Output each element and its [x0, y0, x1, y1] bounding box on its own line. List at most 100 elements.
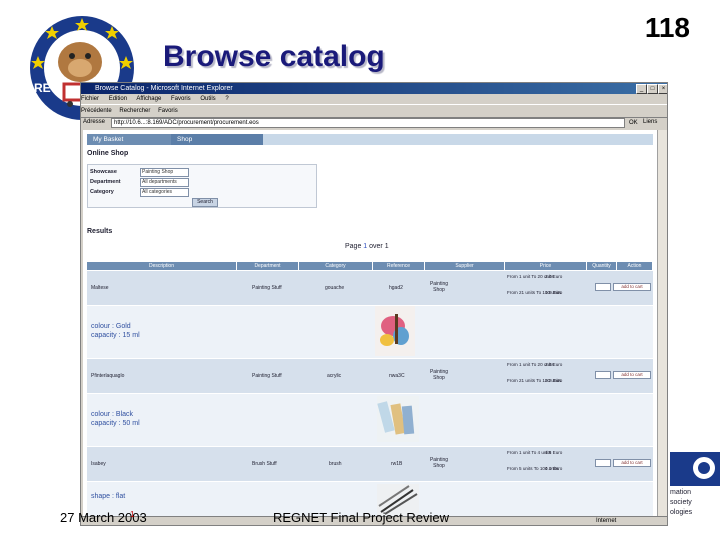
product-capacity: capacity : 15 ml [91, 332, 140, 339]
col-department: Department [237, 262, 299, 270]
browser-window: Browse Catalog - Microsoft Internet Expl… [80, 82, 668, 526]
table-row: Maltese Painting Stuff gouache hgad2 Pai… [87, 271, 653, 305]
menu-bar: Fichier Edition Affichage Favoris Outils… [81, 94, 667, 104]
menu-item-favorites[interactable]: Favoris [171, 96, 191, 102]
address-input[interactable]: http://10.6...:8.169/ADC/procurement/pro… [111, 118, 625, 128]
corner-logo-line: mation [670, 489, 692, 496]
product-supplier: Painting Shop [429, 457, 449, 469]
product-reference: nwa3C [389, 373, 405, 379]
product-department: Brush Stuff [252, 461, 277, 467]
add-to-cart-button[interactable]: add to cart [613, 283, 651, 291]
col-supplier: Supplier [425, 262, 505, 270]
product-reference: rw1B [391, 461, 403, 467]
product-description[interactable]: Isabey [91, 461, 106, 467]
product-colour: colour : Gold [91, 323, 131, 330]
filter-label-showcase: Showcase [90, 169, 117, 175]
price-value: 2.2 Euro [545, 378, 563, 383]
add-to-cart-button[interactable]: add to cart [613, 371, 651, 379]
quantity-input[interactable] [595, 371, 611, 379]
slide-title: Browse catalog [163, 40, 385, 73]
quantity-input[interactable] [595, 459, 611, 467]
product-detail-text: colour : Black capacity : 50 ml [91, 410, 140, 428]
back-button[interactable]: Précédente [81, 108, 112, 114]
quantity-input[interactable] [595, 283, 611, 291]
logo-letters: REG [34, 81, 60, 95]
col-reference: Reference [373, 262, 425, 270]
close-icon[interactable]: × [658, 84, 667, 94]
browser-title: Browse Catalog - Microsoft Internet Expl… [95, 85, 233, 92]
table-row: Isabey Brush Stuff brush rw1B Painting S… [87, 447, 653, 481]
product-detail-text: colour : Gold capacity : 15 ml [91, 322, 140, 340]
showcase-select[interactable]: Painting Shop [140, 168, 189, 177]
product-colour: colour : Black [91, 411, 134, 418]
tab-shop[interactable]: Shop [171, 134, 263, 145]
menu-item-tools[interactable]: Outils [200, 96, 215, 102]
page-viewport: My Basket Shop Online Shop Showcase Pain… [83, 130, 657, 516]
product-reference: hgad2 [389, 285, 403, 291]
product-category: brush [329, 461, 342, 467]
menu-item-help[interactable]: ? [225, 96, 228, 102]
browser-titlebar: Browse Catalog - Microsoft Internet Expl… [81, 83, 667, 94]
address-label: Adresse [83, 119, 106, 125]
col-action: Action [617, 262, 653, 270]
add-to-cart-button[interactable]: add to cart [613, 459, 651, 467]
col-price: Price [505, 262, 587, 270]
department-select[interactable]: All departments [140, 178, 189, 187]
pager: Page 1 over 1 [345, 243, 389, 250]
results-table-header: Description Department Category Referenc… [87, 262, 653, 270]
pager-prefix: Page [345, 243, 364, 250]
browser-toolbar: Précédente Rechercher Favoris [81, 104, 667, 118]
category-select[interactable]: All categories [140, 188, 189, 197]
product-department: Painting Stuff [252, 285, 282, 291]
filter-label-category: Category [90, 189, 114, 195]
slide-number: 118 [644, 12, 690, 43]
tab-my-basket[interactable]: My Basket [87, 134, 173, 145]
tab-row: My Basket Shop [87, 134, 653, 145]
corner-logo-line: society [670, 499, 692, 506]
price-value: 2.5 Euro [545, 362, 563, 367]
product-capacity: capacity : 50 ml [91, 420, 140, 427]
price-value: 1.8 Euro [545, 290, 563, 295]
search-button[interactable]: Search [192, 198, 218, 207]
menu-item-view[interactable]: Affichage [136, 96, 161, 102]
product-supplier: Painting Shop [429, 281, 449, 293]
address-bar: Adresse http://10.6...:8.169/ADC/procure… [81, 117, 667, 128]
corner-logo-line: ologies [670, 509, 693, 516]
price-value: 4.5 Euro [545, 450, 563, 455]
status-zone: Internet [596, 518, 617, 524]
table-row: Pfinterlaquaglo Painting Stuff acrylic n… [87, 359, 653, 393]
go-button[interactable]: OK [629, 118, 638, 129]
product-supplier: Painting Shop [429, 369, 449, 381]
menu-item-edit[interactable]: Edition [109, 96, 127, 102]
product-detail: colour : Gold capacity : 15 ml [87, 306, 653, 358]
results-title: Results [87, 228, 113, 235]
product-category: gouache [325, 285, 345, 291]
maximize-icon[interactable]: □ [647, 84, 658, 94]
price-value: 4.0 Euro [545, 466, 563, 471]
product-detail: colour : Black capacity : 50 ml [87, 394, 653, 446]
product-description[interactable]: Pfinterlaquaglo [91, 373, 124, 379]
price-value: 2.0 Euro [545, 274, 563, 279]
footer-title: REGNET Final Project Review [273, 510, 450, 525]
col-quantity: Quantity [587, 262, 617, 270]
product-description[interactable]: Maltese [91, 285, 109, 291]
menu-item-file[interactable]: Fichier [81, 96, 99, 102]
product-shape: shape : flat [91, 493, 126, 500]
favorites-button[interactable]: Favoris [158, 108, 178, 114]
col-description: Description [87, 262, 237, 270]
product-category: acrylic [327, 373, 342, 379]
online-shop-heading: Online Shop [87, 150, 129, 157]
product-detail-text: shape : flat [91, 492, 125, 501]
product-department: Painting Stuff [252, 373, 282, 379]
product-tubes-image [377, 396, 419, 442]
filter-panel: Showcase Painting Shop Department All de… [87, 164, 317, 208]
filter-label-department: Department [90, 179, 121, 185]
ist-logo: mation society ologies [664, 452, 720, 526]
minimize-icon[interactable]: _ [636, 84, 647, 94]
search-button[interactable]: Rechercher [119, 108, 150, 114]
product-paint-image [375, 306, 415, 356]
footer-overlap-number: 1 [130, 510, 135, 519]
col-category: Category [299, 262, 373, 270]
links-label[interactable]: Liens [643, 117, 657, 128]
pager-suffix: over 1 [367, 243, 389, 250]
